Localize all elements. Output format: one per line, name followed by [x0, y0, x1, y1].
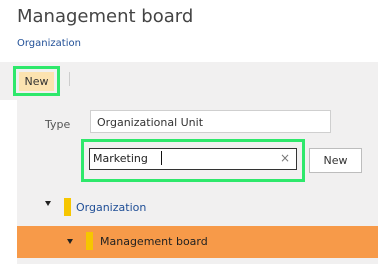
breadcrumb[interactable]: Organization	[17, 38, 81, 49]
organization-color-swatch	[64, 198, 71, 216]
management-board-color-swatch	[86, 232, 93, 250]
expand-arrow-icon[interactable]	[45, 201, 51, 206]
type-label: Type	[45, 118, 71, 131]
new-button-highlight: New	[13, 66, 60, 96]
toolbar-divider	[69, 72, 70, 86]
new-button[interactable]: New	[19, 72, 54, 91]
tree-item-management-board-label[interactable]: Management board	[100, 235, 208, 248]
text-caret	[161, 151, 162, 165]
clear-icon[interactable]: ×	[279, 150, 291, 166]
expand-arrow-icon[interactable]	[67, 239, 73, 244]
type-field-value: Organizational Unit	[97, 116, 204, 129]
page-title: Management board	[17, 6, 194, 27]
header: Management board Organization	[0, 0, 378, 60]
add-unit-button[interactable]: New	[309, 148, 362, 173]
search-input-value: Marketing	[93, 152, 148, 165]
tree-item-organization-label[interactable]: Organization	[76, 201, 146, 214]
